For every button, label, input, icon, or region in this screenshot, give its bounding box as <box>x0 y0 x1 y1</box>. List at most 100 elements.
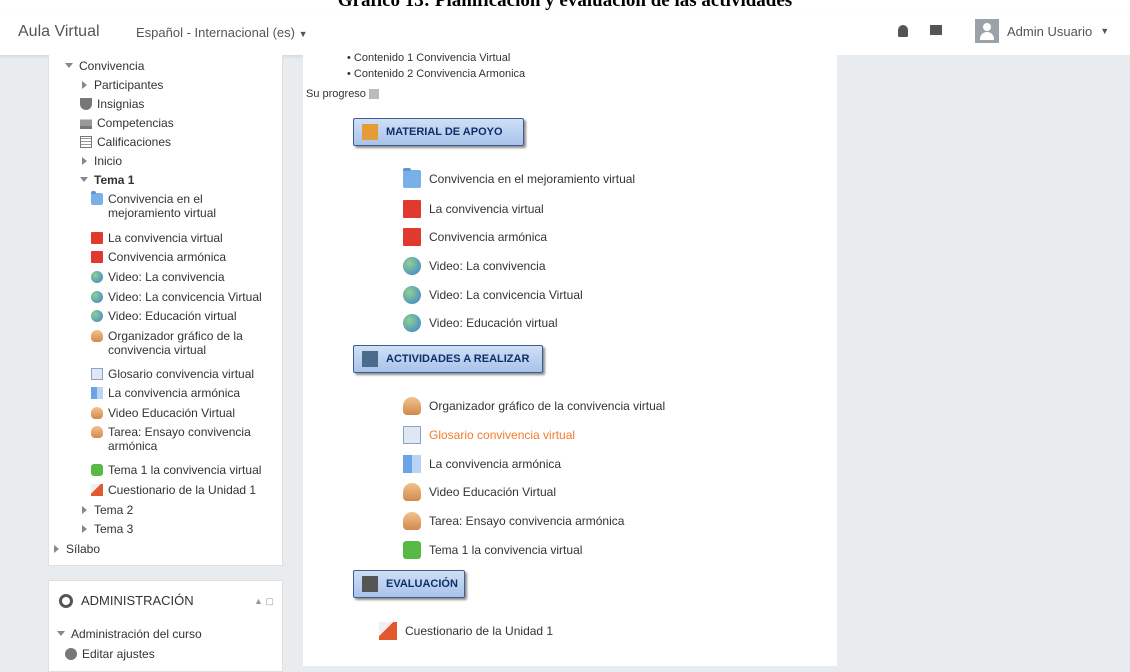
tree-node-url-3[interactable]: Video: Educación virtual <box>91 309 237 323</box>
material-item-url-2[interactable]: Video: La convicencia Virtual <box>403 286 583 304</box>
top-navbar: Aula Virtual Español - Internacional (es… <box>0 11 1130 56</box>
tree-node-competencias[interactable]: Competencias <box>80 116 174 130</box>
assignment-icon <box>91 407 103 419</box>
progress-label: Su progreso <box>306 88 379 100</box>
assignment-icon <box>403 483 421 501</box>
nav-icons <box>898 25 942 37</box>
help-icon[interactable] <box>369 89 379 100</box>
tree-node-tema-1[interactable]: Tema 1 <box>80 173 134 187</box>
folder-icon <box>403 168 421 188</box>
tree-node-url-2[interactable]: Video: La convicencia Virtual <box>91 290 262 304</box>
url-icon <box>91 271 103 283</box>
admin-title: ADMINISTRACIÓN <box>81 593 194 608</box>
course-navigation-block: Convivencia Participantes Insignias Comp… <box>48 55 283 566</box>
tree-node-assignment-3[interactable]: Tarea: Ensayo convivencia armónica <box>91 425 276 453</box>
caret-down-icon: ▼ <box>298 29 308 39</box>
folder-icon <box>91 191 103 205</box>
forum-icon <box>403 541 421 559</box>
trophy-icon <box>80 98 92 110</box>
collapsed-arrow-icon <box>82 525 87 533</box>
magnifier-document-icon <box>362 576 378 592</box>
tree-node-tema-3[interactable]: Tema 3 <box>82 522 133 536</box>
bullet-item: • Contenido 1 Convivencia Virtual <box>347 52 511 64</box>
url-icon <box>91 291 103 303</box>
caret-down-icon: ▼ <box>1100 26 1110 36</box>
tree-node-glossary[interactable]: Glosario convivencia virtual <box>91 367 254 381</box>
competency-icon <box>80 117 92 129</box>
language-menu[interactable]: Español - Internacional (es) ▼ <box>136 25 308 40</box>
activity-item-glossary[interactable]: Glosario convivencia virtual <box>403 426 575 444</box>
activity-item-forum[interactable]: Tema 1 la convivencia virtual <box>403 541 582 559</box>
tree-node-assignment-2[interactable]: Video Educación Virtual <box>91 406 235 420</box>
activity-item-assignment-2[interactable]: Video Educación Virtual <box>403 483 556 501</box>
admin-course-node[interactable]: Administración del curso <box>57 627 202 641</box>
material-item-url-1[interactable]: Video: La convivencia <box>403 257 546 275</box>
tree-node-lesson[interactable]: La convivencia armónica <box>91 386 240 400</box>
notification-bell-icon[interactable] <box>898 25 908 37</box>
quiz-icon <box>379 622 397 640</box>
collapsed-arrow-icon <box>82 506 87 514</box>
computer-icon <box>362 351 378 367</box>
material-item-url-3[interactable]: Video: Educación virtual <box>403 314 558 332</box>
url-icon <box>403 314 421 332</box>
section-material-apoyo[interactable]: MATERIAL DE APOYO <box>353 118 524 146</box>
pdf-icon <box>403 200 421 218</box>
tree-node-convivencia[interactable]: Convivencia <box>65 59 144 73</box>
section-evaluacion[interactable]: EVALUACIÓN <box>353 570 465 598</box>
assignment-icon <box>91 426 103 438</box>
evaluation-item-quiz[interactable]: Cuestionario de la Unidad 1 <box>379 622 553 640</box>
activity-item-lesson[interactable]: La convivencia armónica <box>403 455 561 473</box>
document-caption: Gráfico 13: Planificación y evaluación d… <box>0 0 1130 11</box>
admin-edit-settings[interactable]: Editar ajustes <box>65 647 155 661</box>
section-actividades[interactable]: ACTIVIDADES A REALIZAR <box>353 345 543 373</box>
lesson-icon <box>403 455 421 473</box>
gears-icon <box>59 593 73 608</box>
collapsed-arrow-icon <box>82 157 87 165</box>
tree-node-participantes[interactable]: Participantes <box>82 78 163 92</box>
table-icon <box>80 136 92 148</box>
pdf-icon <box>91 232 103 244</box>
messages-icon[interactable] <box>930 25 942 35</box>
tree-node-url-1[interactable]: Video: La convivencia <box>91 270 225 284</box>
collapse-block-icon[interactable]: ▲ ▢ <box>254 596 274 607</box>
activity-item-assignment-3[interactable]: Tarea: Ensayo convivencia armónica <box>403 512 624 530</box>
bullet-item: • Contenido 2 Convivencia Armonica <box>347 68 526 80</box>
language-label: Español - Internacional (es) <box>136 25 295 40</box>
avatar <box>975 19 999 43</box>
user-menu[interactable]: Admin Usuario ▼ <box>975 19 1109 43</box>
tree-node-assignment-1[interactable]: Organizador gráfico de la convivencia vi… <box>91 329 276 357</box>
glossary-icon <box>403 426 421 444</box>
assignment-icon <box>403 512 421 530</box>
url-icon <box>403 257 421 275</box>
tree-node-folder[interactable]: Convivencia en el mejoramiento virtual <box>91 191 276 220</box>
pdf-icon <box>91 251 103 263</box>
material-item-pdf-1[interactable]: La convivencia virtual <box>403 200 544 218</box>
expanded-arrow-icon <box>65 63 73 68</box>
course-main-content: • Contenido 1 Convivencia Virtual • Cont… <box>303 52 837 666</box>
tree-node-insignias[interactable]: Insignias <box>80 97 144 111</box>
tree-node-quiz[interactable]: Cuestionario de la Unidad 1 <box>91 483 256 497</box>
glossary-icon <box>91 368 103 380</box>
tree-node-tema-2[interactable]: Tema 2 <box>82 503 133 517</box>
tree-node-silabo[interactable]: Sílabo <box>54 542 100 556</box>
assignment-icon <box>403 397 421 415</box>
material-item-pdf-2[interactable]: Convivencia armónica <box>403 228 547 246</box>
tree-node-calificaciones[interactable]: Calificaciones <box>80 135 171 149</box>
tree-node-inicio[interactable]: Inicio <box>82 154 122 168</box>
tree-node-pdf-1[interactable]: La convivencia virtual <box>91 231 223 245</box>
gear-icon <box>65 648 77 660</box>
quiz-icon <box>91 484 103 496</box>
user-name: Admin Usuario <box>1007 23 1093 39</box>
material-item-folder[interactable]: Convivencia en el mejoramiento virtual <box>403 168 635 188</box>
pdf-icon <box>403 228 421 246</box>
url-icon <box>91 310 103 322</box>
calendar-icon <box>362 124 378 140</box>
assignment-icon <box>91 330 103 342</box>
tree-node-pdf-2[interactable]: Convivencia armónica <box>91 250 226 264</box>
admin-header: ADMINISTRACIÓN <box>59 593 194 608</box>
collapsed-arrow-icon <box>54 545 59 553</box>
site-brand[interactable]: Aula Virtual <box>18 23 100 41</box>
activity-item-assignment-1[interactable]: Organizador gráfico de la convivencia vi… <box>403 397 665 415</box>
tree-node-forum[interactable]: Tema 1 la convivencia virtual <box>91 463 261 477</box>
collapsed-arrow-icon <box>82 81 87 89</box>
